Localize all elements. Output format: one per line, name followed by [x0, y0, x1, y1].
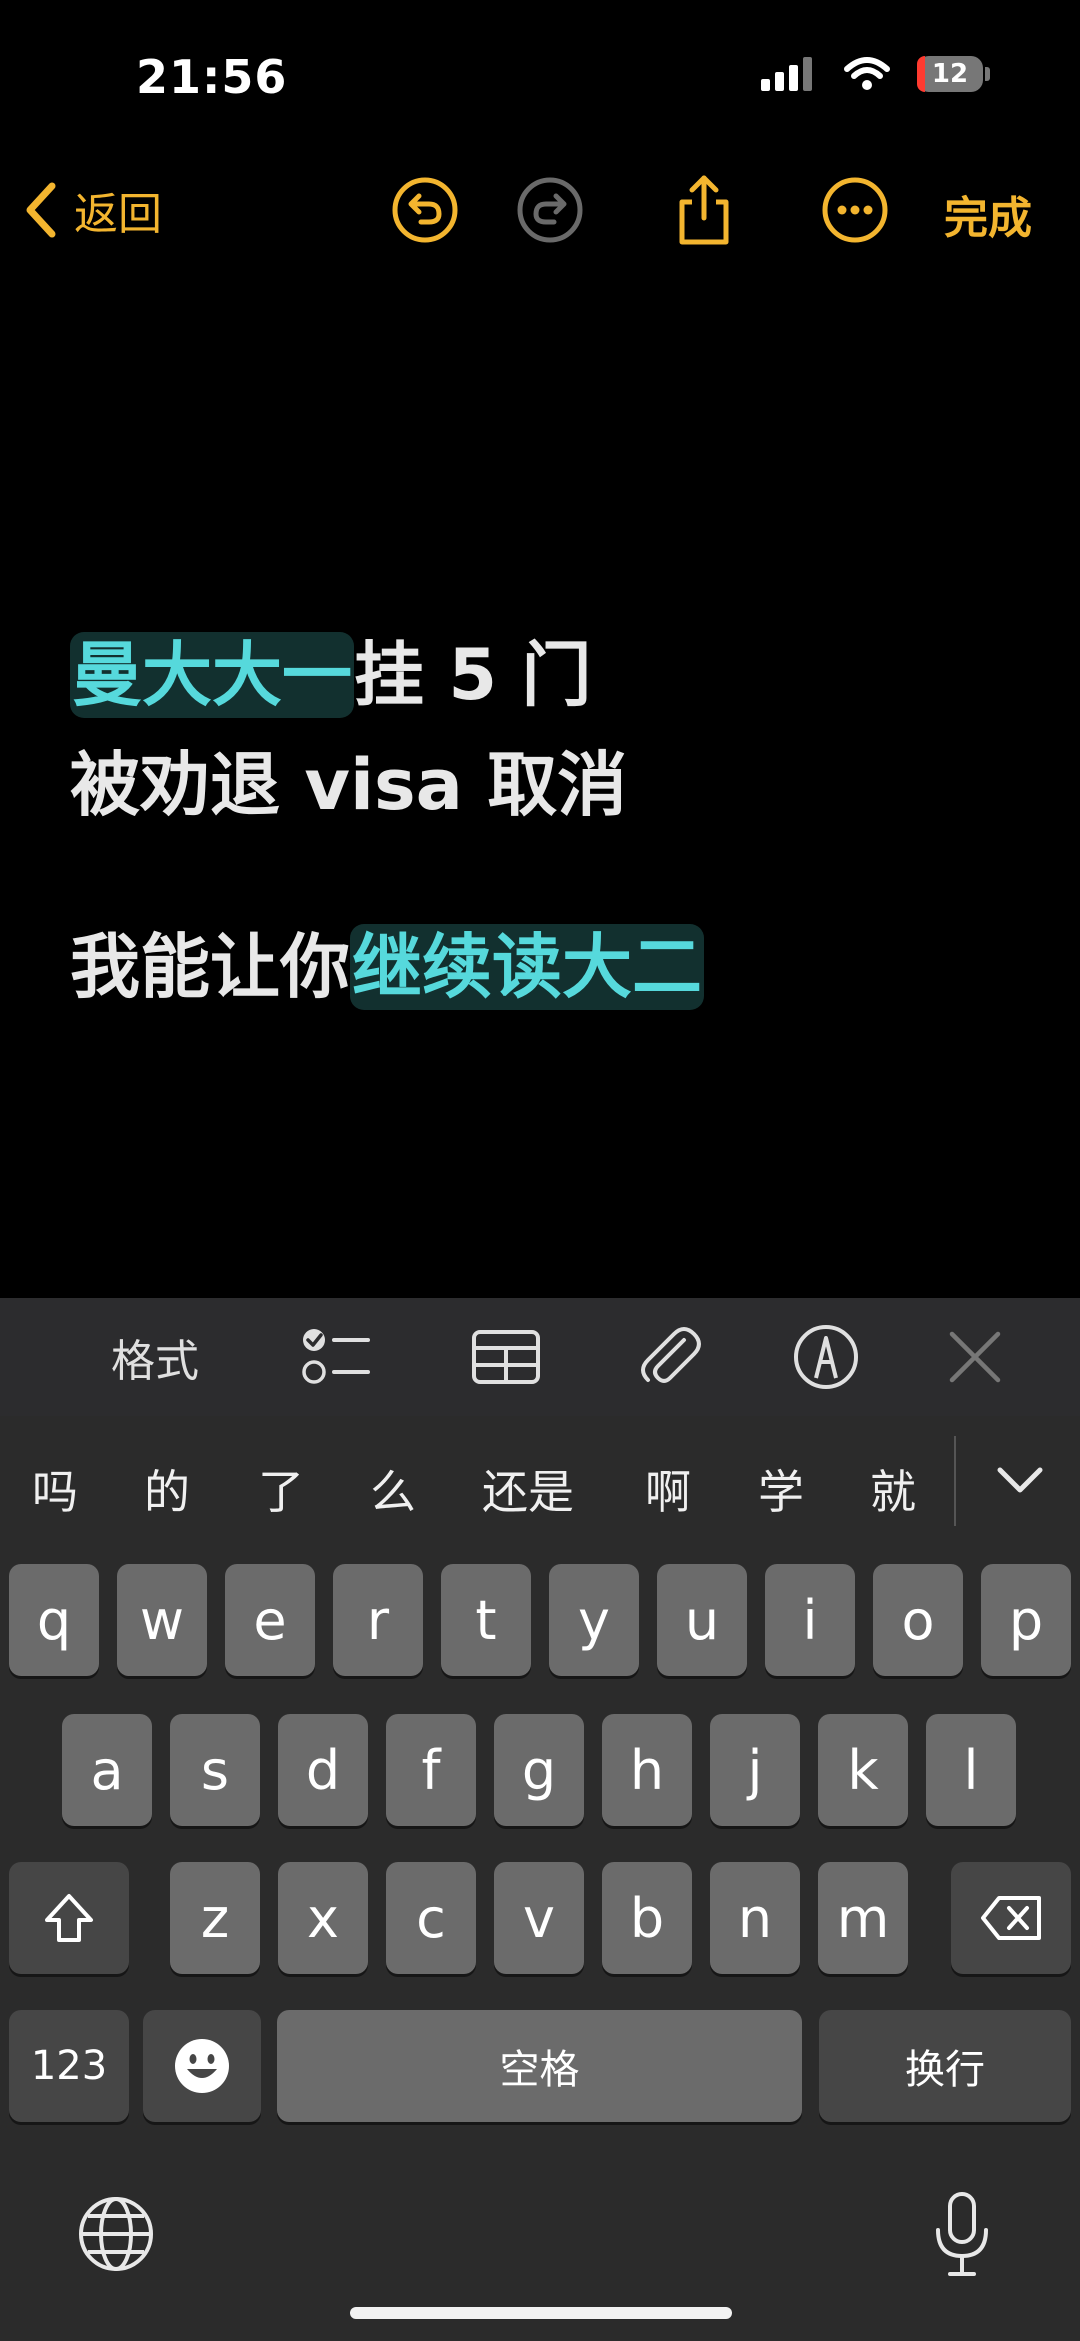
globe-icon[interactable]	[76, 2194, 156, 2274]
key-j[interactable]: j	[710, 1714, 800, 1826]
key-m[interactable]: m	[818, 1862, 908, 1974]
more-icon[interactable]	[817, 172, 893, 248]
home-indicator[interactable]	[350, 2307, 732, 2319]
close-icon[interactable]	[940, 1320, 1010, 1394]
key-v[interactable]: v	[494, 1862, 584, 1974]
key-l[interactable]: l	[926, 1714, 1016, 1826]
divider	[954, 1436, 956, 1526]
return-key[interactable]: 换行	[819, 2010, 1071, 2122]
candidate-word[interactable]: 啊	[645, 1456, 691, 1522]
note-line-1: 曼大大一挂 5 门	[70, 620, 704, 730]
numbers-label: 123	[30, 2043, 108, 2089]
key-g[interactable]: g	[494, 1714, 584, 1826]
emoji-key[interactable]	[143, 2010, 261, 2122]
checklist-icon[interactable]	[296, 1320, 376, 1394]
note-text: 被劝退 visa 取消	[70, 744, 628, 826]
key-r[interactable]: r	[333, 1564, 423, 1676]
signal-icon	[761, 57, 812, 91]
key-d[interactable]: d	[278, 1714, 368, 1826]
key-t[interactable]: t	[441, 1564, 531, 1676]
notes-toolbar: 返回 完成	[0, 160, 1080, 260]
candidate-word[interactable]: 还是	[482, 1456, 574, 1522]
candidate-word[interactable]: 了	[258, 1456, 304, 1522]
key-b[interactable]: b	[602, 1862, 692, 1974]
key-z[interactable]: z	[170, 1862, 260, 1974]
share-icon[interactable]	[666, 172, 742, 248]
candidate-word[interactable]: 么	[370, 1456, 416, 1522]
return-label: 换行	[905, 2047, 985, 2093]
format-button[interactable]: 格式	[100, 1320, 210, 1394]
space-key[interactable]: 空格	[277, 2010, 802, 2122]
chevron-down-icon[interactable]	[990, 1456, 1050, 1506]
key-s[interactable]: s	[170, 1714, 260, 1826]
shift-key[interactable]	[9, 1862, 129, 1974]
space-label: 空格	[499, 2047, 580, 2093]
battery-cap	[985, 67, 990, 81]
format-bar: 格式	[0, 1298, 1080, 1416]
battery-indicator: 12	[917, 56, 983, 92]
table-icon[interactable]	[468, 1320, 544, 1394]
key-q[interactable]: q	[9, 1564, 99, 1676]
candidate-word[interactable]: 就	[870, 1456, 916, 1522]
keyboard: 吗 的 了 么 还是 啊 学 就 q w e r t y u i o p a s…	[0, 1416, 1080, 2341]
backspace-icon	[981, 1896, 1041, 1940]
back-label: 返回	[74, 189, 162, 240]
microphone-icon[interactable]	[930, 2190, 994, 2280]
wifi-icon	[844, 57, 890, 90]
key-p[interactable]: p	[981, 1564, 1071, 1676]
candidate-word[interactable]: 吗	[32, 1456, 78, 1522]
candidate-word[interactable]: 的	[144, 1456, 190, 1522]
key-w[interactable]: w	[117, 1564, 207, 1676]
key-x[interactable]: x	[278, 1862, 368, 1974]
highlighted-text: 曼大大一	[70, 632, 354, 718]
numbers-key[interactable]: 123	[9, 2010, 129, 2122]
key-i[interactable]: i	[765, 1564, 855, 1676]
shift-icon	[45, 1894, 93, 1942]
redo-icon[interactable]	[512, 172, 588, 248]
chevron-left-icon	[26, 182, 56, 238]
note-line-3: 我能让你继续读大二	[70, 912, 704, 1022]
key-n[interactable]: n	[710, 1862, 800, 1974]
key-k[interactable]: k	[818, 1714, 908, 1826]
key-a[interactable]: a	[62, 1714, 152, 1826]
backspace-key[interactable]	[951, 1862, 1071, 1974]
key-u[interactable]: u	[657, 1564, 747, 1676]
key-y[interactable]: y	[549, 1564, 639, 1676]
key-c[interactable]: c	[386, 1862, 476, 1974]
highlighted-text: 继续读大二	[350, 924, 704, 1010]
note-line-2: 被劝退 visa 取消	[70, 730, 704, 840]
note-text: 我能让你	[70, 926, 350, 1008]
key-e[interactable]: e	[225, 1564, 315, 1676]
status-icons: 12	[761, 56, 990, 92]
attachment-icon[interactable]	[632, 1320, 708, 1394]
done-button[interactable]: 完成	[944, 182, 1032, 246]
emoji-icon	[175, 2039, 229, 2093]
key-o[interactable]: o	[873, 1564, 963, 1676]
key-f[interactable]: f	[386, 1714, 476, 1826]
back-button[interactable]: 返回	[24, 178, 162, 242]
markup-icon[interactable]	[788, 1320, 864, 1394]
battery-level: 12	[931, 59, 969, 89]
key-h[interactable]: h	[602, 1714, 692, 1826]
candidate-word[interactable]: 学	[758, 1456, 804, 1522]
undo-icon[interactable]	[387, 172, 463, 248]
note-body[interactable]: 曼大大一挂 5 门 被劝退 visa 取消 我能让你继续读大二	[70, 620, 704, 1022]
status-time: 21:56	[136, 50, 288, 104]
candidate-bar: 吗 的 了 么 还是 啊 学 就	[0, 1416, 1080, 1554]
note-text: 挂 5 门	[354, 634, 592, 716]
